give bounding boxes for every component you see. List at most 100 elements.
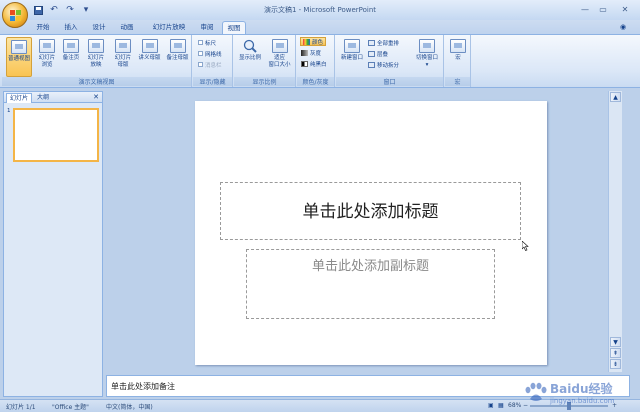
group-macro: 宏 宏	[445, 35, 471, 87]
scroll-down-icon[interactable]: ▼	[610, 337, 621, 347]
slide-sorter-icon	[39, 39, 55, 53]
tab-outline[interactable]: 大纲	[34, 93, 52, 103]
group-show-hide: 标尺 网格线 消息栏 显示/隐藏	[193, 35, 233, 87]
cascade-button[interactable]: 层叠	[368, 49, 388, 58]
group-label-zoom: 显示比例	[234, 77, 295, 86]
save-icon[interactable]	[32, 4, 44, 16]
handout-master-button[interactable]: 讲义母版	[136, 37, 163, 77]
next-slide-icon[interactable]: ⇟	[610, 359, 621, 369]
mouse-cursor-icon	[522, 241, 529, 251]
tab-view[interactable]: 视图	[222, 21, 246, 34]
fit-to-window-icon	[271, 39, 288, 53]
ribbon-tabs: 开始 插入 设计 动画 幻灯片放映 审阅 视图 ◉	[0, 20, 640, 34]
minimize-icon[interactable]: —	[577, 3, 593, 15]
fit-label-1: 适应	[273, 55, 285, 61]
vertical-scrollbar[interactable]: ▲ ▼ ⇞ ⇟	[608, 91, 622, 372]
gridlines-checkbox[interactable]: 网格线	[198, 49, 222, 58]
slide-master-icon	[115, 39, 131, 53]
cascade-label: 层叠	[377, 51, 389, 58]
fit-label-2: 窗口大小	[268, 62, 291, 68]
redo-icon[interactable]: ↷	[64, 4, 76, 16]
slideshow-icon	[88, 39, 104, 53]
group-zoom: 显示比例 适应 窗口大小 显示比例	[234, 35, 296, 87]
cascade-icon	[368, 50, 375, 57]
office-button[interactable]	[2, 2, 28, 28]
message-bar-check-icon	[198, 62, 203, 67]
color-label: 颜色	[312, 39, 324, 46]
tab-slideshow[interactable]: 幻灯片放映	[146, 21, 192, 34]
slide-master-button[interactable]: 幻灯片 母版	[111, 37, 135, 77]
window-title: 演示文稿1 - Microsoft PowerPoint	[263, 6, 377, 14]
quick-access-toolbar: ↶ ↷ ▾	[32, 4, 92, 16]
grayscale-button[interactable]: 灰度	[301, 48, 321, 57]
zoom-button[interactable]: 显示比例	[236, 37, 264, 77]
status-theme: "Office 主题"	[52, 404, 89, 411]
ruler-label: 标尺	[205, 40, 217, 47]
arrange-all-button[interactable]: 全部重排	[368, 38, 399, 47]
window-controls: — ▭ ✕	[577, 3, 637, 15]
gridlines-check-icon	[198, 51, 203, 56]
move-split-button[interactable]: 移动拆分	[368, 60, 399, 69]
group-label-window: 窗口	[336, 77, 443, 86]
undo-icon[interactable]: ↶	[48, 4, 60, 16]
group-label-show-hide: 显示/隐藏	[193, 77, 232, 86]
help-icon[interactable]: ◉	[620, 23, 630, 32]
normal-view-icon	[11, 40, 27, 54]
ruler-checkbox[interactable]: 标尺	[198, 38, 216, 47]
tab-home[interactable]: 开始	[32, 21, 54, 34]
color-button[interactable]: 颜色	[300, 37, 327, 46]
new-window-icon	[344, 39, 360, 53]
normal-view-label: 普通视图	[7, 56, 30, 62]
slide-sorter-button[interactable]: 幻灯片 浏览	[35, 37, 59, 77]
office-logo-icon	[10, 10, 21, 21]
message-bar-label: 消息栏	[205, 62, 222, 69]
pane-tabs: 幻灯片 大纲 ✕	[4, 92, 102, 103]
tab-slides[interactable]: 幻灯片	[6, 93, 33, 103]
close-icon[interactable]: ✕	[613, 3, 637, 15]
group-label-presentation-views: 演示文稿视图	[2, 77, 191, 86]
title-placeholder[interactable]: 单击此处添加标题	[220, 182, 521, 240]
customize-qat-icon[interactable]: ▾	[80, 4, 92, 16]
switch-window-icon	[419, 39, 435, 53]
macro-icon	[450, 39, 466, 53]
new-window-button[interactable]: 新建窗口	[338, 37, 366, 77]
move-split-icon	[368, 61, 375, 68]
slideshow-label-1: 幻灯片	[87, 55, 105, 61]
switch-window-button[interactable]: 切换窗口 ▾	[412, 37, 442, 77]
slide-sorter-label-2: 浏览	[41, 62, 53, 68]
previous-slide-icon[interactable]: ⇞	[610, 348, 621, 358]
notes-master-button[interactable]: 备注母版	[164, 37, 191, 77]
slide-sorter-status-icon[interactable]: ▦	[498, 402, 504, 409]
tab-review[interactable]: 审阅	[196, 21, 218, 34]
fit-to-window-button[interactable]: 适应 窗口大小	[265, 37, 294, 77]
ribbon: 普通视图 幻灯片 浏览 备注页 幻灯片 放映 幻灯片 母版 讲义母版 备注母版	[0, 34, 640, 88]
tab-insert[interactable]: 插入	[60, 21, 82, 34]
handout-master-icon	[141, 39, 158, 53]
normal-view-status-icon[interactable]: ▣	[488, 402, 494, 409]
slide-number: 1	[7, 108, 11, 114]
group-label-color: 颜色/灰度	[297, 77, 334, 86]
arrange-all-label: 全部重排	[377, 40, 400, 47]
ruler-check-icon	[198, 40, 203, 45]
pure-bw-button[interactable]: 纯黑白	[301, 59, 327, 68]
tab-animations[interactable]: 动画	[116, 21, 138, 34]
watermark-url: jingyan.baidu.com	[549, 397, 615, 405]
normal-view-button[interactable]: 普通视图	[6, 37, 32, 77]
macro-button[interactable]: 宏	[447, 37, 469, 77]
notes-placeholder[interactable]: 单击此处添加备注	[111, 381, 175, 392]
slideshow-button[interactable]: 幻灯片 放映	[84, 37, 108, 77]
slide-thumbnail[interactable]	[13, 108, 99, 162]
maximize-icon[interactable]: ▭	[595, 3, 611, 15]
magnifier-icon	[242, 39, 258, 53]
slide-editor: 单击此处添加标题 单击此处添加副标题	[106, 91, 630, 372]
tab-design[interactable]: 设计	[88, 21, 110, 34]
close-icon[interactable]: ✕	[93, 93, 99, 101]
baidu-watermark: Baidu经验 jingyan.baidu.com	[525, 381, 615, 405]
group-presentation-views: 普通视图 幻灯片 浏览 备注页 幻灯片 放映 幻灯片 母版 讲义母版 备注母版	[2, 35, 192, 87]
slide-canvas[interactable]: 单击此处添加标题 单击此处添加副标题	[195, 101, 547, 365]
move-split-label: 移动拆分	[377, 62, 400, 69]
scroll-up-icon[interactable]: ▲	[610, 92, 621, 102]
grayscale-icon	[301, 49, 308, 56]
notes-page-button[interactable]: 备注页	[60, 37, 82, 77]
subtitle-placeholder[interactable]: 单击此处添加副标题	[246, 249, 495, 319]
